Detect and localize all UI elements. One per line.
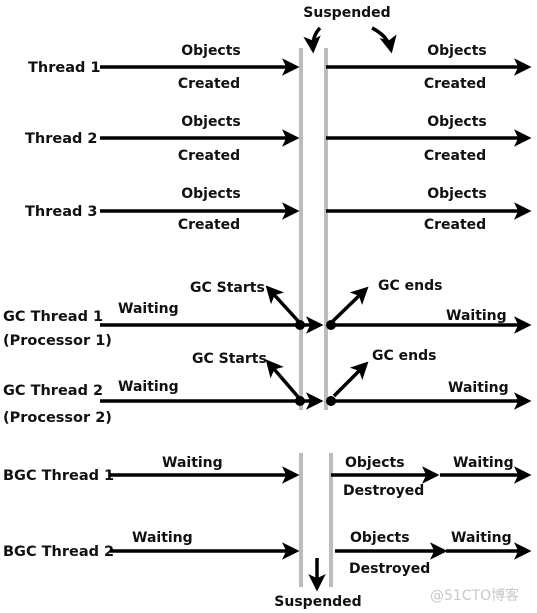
waiting-label: Waiting [132,530,193,546]
gc-ends-label: GC ends [372,348,436,364]
waiting-label: Waiting [448,380,509,396]
suspended-arrow-icon [371,26,397,54]
thread-row-2: Thread 2 Objects Created Objects Created [25,114,532,164]
suspended-arrow-icon [303,26,322,54]
thread-label: Thread 3 [25,204,98,220]
created-label: Created [178,217,240,233]
gc-ends-arrow [331,286,369,323]
created-label: Created [178,76,240,92]
waiting-label: Waiting [453,455,514,471]
objects-label: Objects [427,114,487,130]
gc-starts-label: GC Starts [190,280,265,296]
gc-starts-arrow [265,285,301,324]
objects-label: Objects [181,114,241,130]
thread-row-1: Thread 1 Objects Created Objects Created [28,43,532,92]
gc-end-dot [326,396,336,406]
processor-label: (Processor 1) [3,333,112,349]
bgc-thread-row-1: BGC Thread 1 Waiting Objects Destroyed W… [3,455,532,499]
gc-starts-arrow [265,359,301,400]
created-label: Created [424,217,486,233]
objects-label: Objects [181,186,241,202]
objects-label: Objects [427,186,487,202]
created-label: Created [424,148,486,164]
objects-label: Objects [345,455,405,471]
objects-label: Objects [350,530,410,546]
created-label: Created [424,76,486,92]
gc-thread-label: GC Thread 2 [3,383,103,399]
destroyed-label: Destroyed [349,561,430,577]
gc-ends-arrow [332,361,369,398]
gc-ends-label: GC ends [378,278,442,294]
watermark: @51CTO博客 [430,587,519,604]
waiting-label: Waiting [446,308,507,324]
waiting-label: Waiting [451,530,512,546]
thread-label: Thread 2 [25,131,98,147]
objects-label: Objects [427,43,487,59]
created-label: Created [178,148,240,164]
thread-label: Thread 1 [28,60,101,76]
waiting-label: Waiting [118,301,179,317]
suspended-label-bottom: Suspended [274,594,361,610]
gc-starts-label: GC Starts [192,351,267,367]
destroyed-label: Destroyed [343,483,424,499]
bgc-thread-label: BGC Thread 2 [3,544,114,560]
bgc-thread-label: BGC Thread 1 [3,468,114,484]
gc-diagram: Suspended Thread 1 Objects Created Objec… [3,5,532,610]
thread-row-3: Thread 3 Objects Created Objects Created [25,186,532,233]
gc-thread-row-2: GC Thread 2 (Processor 2) Waiting Waitin… [3,348,532,426]
gc-thread-row-1: GC Thread 1 (Processor 1) Waiting Waitin… [3,278,532,349]
bgc-thread-row-2: BGC Thread 2 Waiting Objects Destroyed W… [3,530,532,577]
waiting-label: Waiting [162,455,223,471]
processor-label: (Processor 2) [3,410,112,426]
waiting-label: Waiting [118,379,179,395]
gc-thread-label: GC Thread 1 [3,309,103,325]
objects-label: Objects [181,43,241,59]
suspended-label-top: Suspended [303,5,390,21]
